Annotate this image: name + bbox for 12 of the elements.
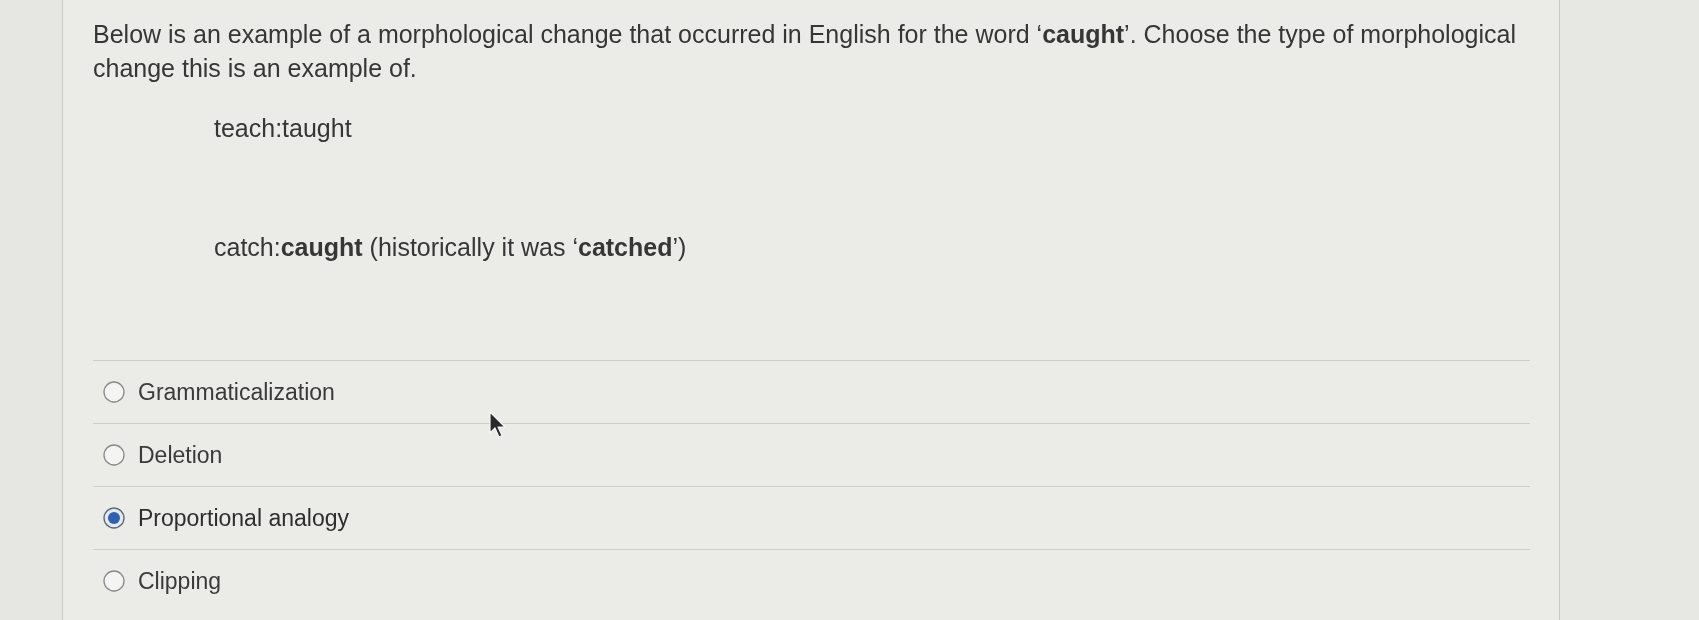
option-label[interactable]: Clipping [138, 567, 222, 595]
radio-button-icon[interactable] [103, 570, 125, 592]
question-text: Below is an example of a morphological change that occurred in English for the word ‘caught’. Choose the type of morphological change this is an example of. [93, 19, 1517, 84]
radio-button-icon[interactable] [103, 507, 125, 529]
option-label[interactable]: Deletion [138, 441, 223, 469]
mouse-cursor-icon [489, 411, 507, 439]
example-text: catch:caught (historically it was ‘catched’) [214, 232, 687, 263]
radio-button-icon[interactable] [103, 381, 125, 403]
radio-button-icon[interactable] [103, 444, 125, 466]
example-text: teach:taught [214, 113, 352, 144]
option-label[interactable]: Grammaticalization [138, 378, 335, 406]
option-label[interactable]: Proportional analogy [138, 504, 349, 532]
